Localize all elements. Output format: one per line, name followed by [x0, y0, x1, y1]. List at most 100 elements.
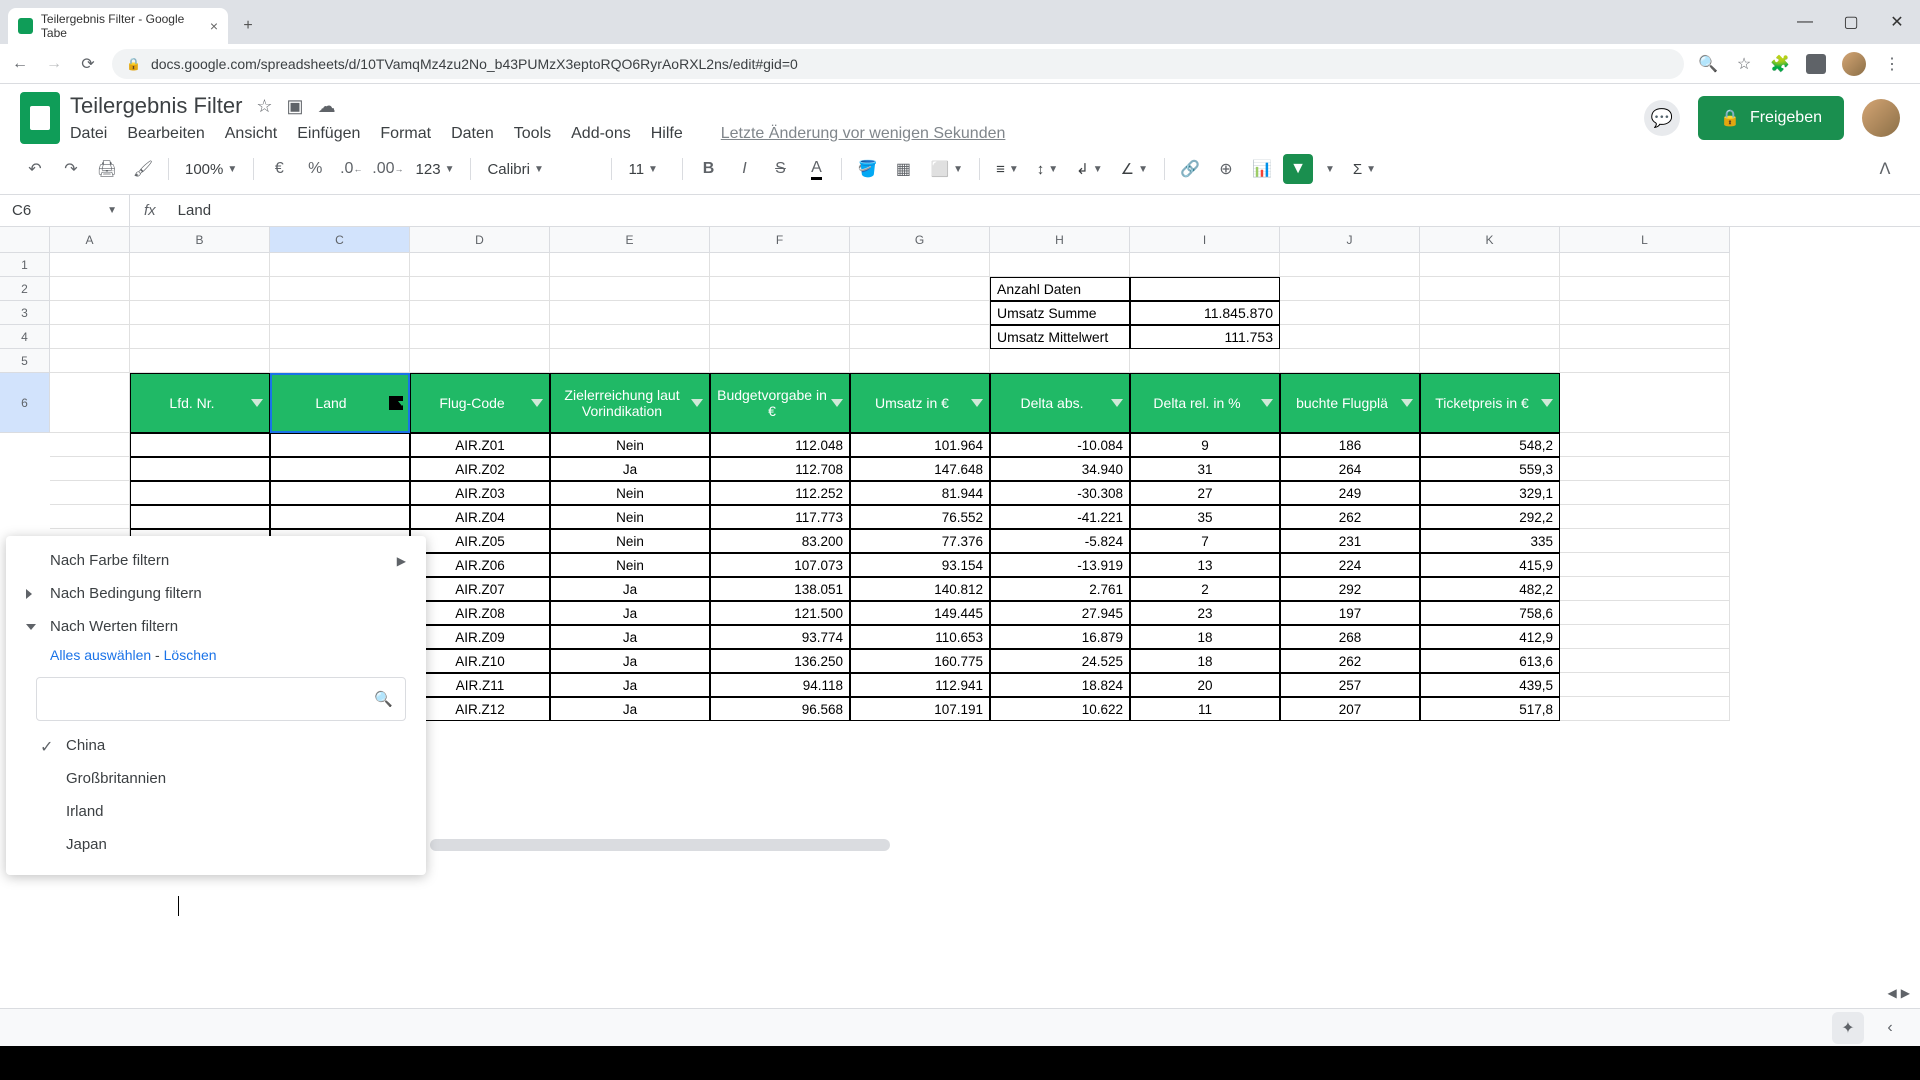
table-cell[interactable]: 34.940	[990, 457, 1130, 481]
column-header[interactable]: K	[1420, 227, 1560, 253]
table-cell[interactable]: 121.500	[710, 601, 850, 625]
percent-button[interactable]: %	[300, 154, 330, 184]
table-cell[interactable]: 81.944	[850, 481, 990, 505]
table-header-cell[interactable]: Budgetvorgabe in €	[710, 373, 850, 433]
table-header-cell[interactable]: Ticketpreis in €	[1420, 373, 1560, 433]
table-cell[interactable]: 11	[1130, 697, 1280, 721]
table-cell[interactable]: AIR.Z01	[410, 433, 550, 457]
decrease-decimal-button[interactable]: .0←	[336, 154, 366, 184]
maximize-button[interactable]: ▢	[1828, 0, 1874, 44]
filter-search-input[interactable]	[49, 691, 374, 708]
browser-tab[interactable]: Teilergebnis Filter - Google Tabe ×	[8, 8, 228, 44]
side-panel-toggle[interactable]: ‹	[1878, 1016, 1902, 1040]
new-tab-button[interactable]: +	[234, 12, 262, 40]
functions-button[interactable]: Σ▼	[1347, 161, 1382, 178]
table-cell[interactable]: 16.879	[990, 625, 1130, 649]
table-cell[interactable]: 112.941	[850, 673, 990, 697]
table-cell[interactable]: Nein	[550, 529, 710, 553]
table-cell[interactable]: AIR.Z04	[410, 505, 550, 529]
table-cell[interactable]: 27	[1130, 481, 1280, 505]
row-header[interactable]: 2	[0, 277, 50, 301]
column-header[interactable]: J	[1280, 227, 1420, 253]
menu-einfuegen[interactable]: Einfügen	[297, 125, 360, 143]
filter-value-option[interactable]: Irland	[6, 795, 426, 828]
name-box[interactable]: C6 ▼	[0, 195, 130, 226]
table-cell[interactable]: 23	[1130, 601, 1280, 625]
filter-dropdown-icon[interactable]	[1541, 399, 1553, 407]
table-cell[interactable]: 335	[1420, 529, 1560, 553]
table-header-cell[interactable]: Umsatz in €	[850, 373, 990, 433]
table-cell[interactable]: Ja	[550, 673, 710, 697]
table-row[interactable]: AIR.Z01Nein112.048101.964-10.0849186548,…	[50, 433, 1920, 457]
table-cell[interactable]: 140.812	[850, 577, 990, 601]
doc-title[interactable]: Teilergebnis Filter	[70, 93, 242, 119]
table-cell[interactable]: Ja	[550, 697, 710, 721]
row-header[interactable]: 6	[0, 373, 50, 433]
row-header[interactable]: 4	[0, 325, 50, 349]
summary-value[interactable]: 11.845.870	[1130, 301, 1280, 325]
table-cell[interactable]: Ja	[550, 577, 710, 601]
print-button[interactable]: 🖨	[92, 154, 122, 184]
paint-format-button[interactable]: 🖌	[128, 154, 158, 184]
column-header[interactable]: B	[130, 227, 270, 253]
extension-badge[interactable]	[1806, 54, 1826, 74]
table-header-cell[interactable]: buchte Flugplä	[1280, 373, 1420, 433]
table-cell[interactable]: 160.775	[850, 649, 990, 673]
table-header-cell[interactable]: Zielerreichung laut Vorindikation	[550, 373, 710, 433]
table-cell[interactable]: 517,8	[1420, 697, 1560, 721]
table-cell[interactable]: AIR.Z07	[410, 577, 550, 601]
column-header[interactable]: A	[50, 227, 130, 253]
cloud-status-icon[interactable]: ☁	[318, 96, 336, 117]
filter-dropdown-icon[interactable]	[1261, 399, 1273, 407]
font-select[interactable]: Calibri▼	[481, 161, 601, 178]
table-cell[interactable]: AIR.Z11	[410, 673, 550, 697]
table-header-cell[interactable]: Delta rel. in %	[1130, 373, 1280, 433]
summary-value[interactable]	[1130, 277, 1280, 301]
table-cell[interactable]: 18	[1130, 649, 1280, 673]
formula-input[interactable]: Land	[170, 202, 1920, 219]
column-header[interactable]: E	[550, 227, 710, 253]
table-cell[interactable]: 207	[1280, 697, 1420, 721]
table-cell[interactable]: 439,5	[1420, 673, 1560, 697]
table-cell[interactable]: 268	[1280, 625, 1420, 649]
table-cell[interactable]: 224	[1280, 553, 1420, 577]
star-icon[interactable]: ☆	[1734, 54, 1754, 74]
table-cell[interactable]: 94.118	[710, 673, 850, 697]
table-row[interactable]: AIR.Z02Ja112.708147.64834.94031264559,3	[50, 457, 1920, 481]
table-cell[interactable]: 31	[1130, 457, 1280, 481]
table-cell[interactable]: Nein	[550, 505, 710, 529]
back-button[interactable]: ←	[10, 54, 30, 74]
wrap-button[interactable]: ↲▼	[1070, 160, 1108, 178]
zoom-select[interactable]: 100%▼	[179, 161, 243, 178]
summary-label[interactable]: Anzahl Daten	[990, 277, 1130, 301]
number-format-select[interactable]: 123▼	[410, 161, 461, 178]
column-header[interactable]: C	[270, 227, 410, 253]
table-cell[interactable]: 96.568	[710, 697, 850, 721]
table-cell[interactable]: 412,9	[1420, 625, 1560, 649]
menu-ansicht[interactable]: Ansicht	[225, 125, 277, 143]
halign-button[interactable]: ≡▼	[990, 161, 1025, 178]
increase-decimal-button[interactable]: .00→	[372, 154, 403, 184]
table-cell[interactable]: AIR.Z12	[410, 697, 550, 721]
zoom-icon[interactable]: 🔍	[1698, 54, 1718, 74]
table-cell[interactable]: 136.250	[710, 649, 850, 673]
menu-datei[interactable]: Datei	[70, 125, 107, 143]
column-header[interactable]: D	[410, 227, 550, 253]
comments-icon[interactable]: 💬	[1644, 100, 1680, 136]
select-all-corner[interactable]	[0, 227, 50, 253]
account-avatar[interactable]	[1862, 99, 1900, 137]
table-cell[interactable]: -30.308	[990, 481, 1130, 505]
move-doc-icon[interactable]: ▣	[287, 96, 304, 117]
table-cell[interactable]: 329,1	[1420, 481, 1560, 505]
text-color-button[interactable]: A	[801, 154, 831, 184]
table-cell[interactable]: Ja	[550, 457, 710, 481]
table-cell[interactable]: AIR.Z02	[410, 457, 550, 481]
close-window-button[interactable]: ✕	[1874, 0, 1920, 44]
filter-dropdown-icon[interactable]	[831, 399, 843, 407]
menu-format[interactable]: Format	[380, 125, 431, 143]
clear-link[interactable]: Löschen	[164, 647, 217, 663]
row-header[interactable]: 1	[0, 253, 50, 277]
table-cell[interactable]: 110.653	[850, 625, 990, 649]
table-cell[interactable]: 758,6	[1420, 601, 1560, 625]
filter-dropdown-icon[interactable]	[1111, 399, 1123, 407]
